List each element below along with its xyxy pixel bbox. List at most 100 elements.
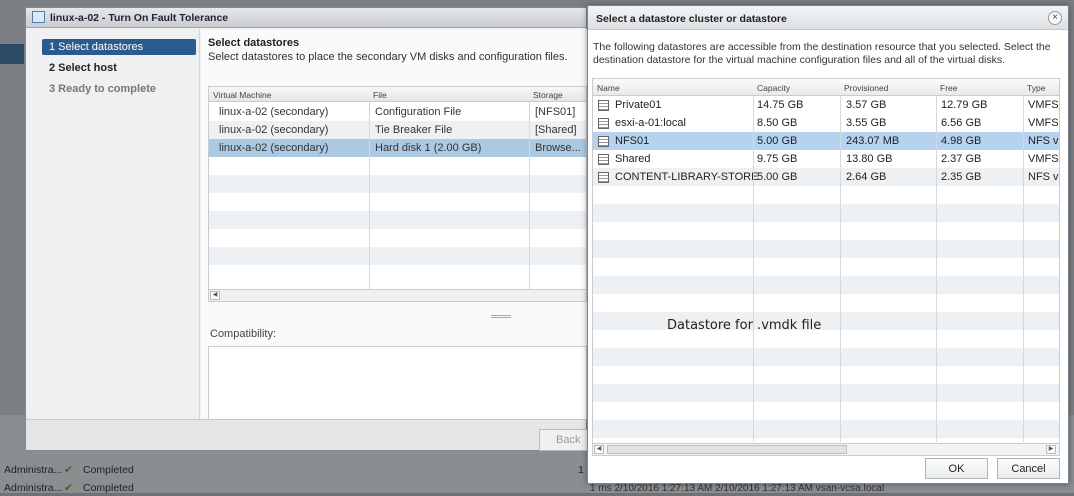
datastore-row[interactable]: Shared 9.75 GB 13.80 GB 2.37 GB VMFS <box>593 150 1059 168</box>
empty-row <box>593 420 1059 438</box>
step-ready-to-complete: 3 Ready to complete <box>49 83 156 95</box>
compatibility-panel <box>208 346 587 420</box>
column-header-virtual-machine[interactable]: Virtual Machine <box>213 90 271 100</box>
annotation-text: Datastore for .vmdk file <box>667 318 822 333</box>
empty-row <box>209 175 586 193</box>
wizard-footer: Back <box>26 419 599 451</box>
free-cell: 6.56 GB <box>941 117 982 129</box>
wizard-title: linux-a-02 - Turn On Fault Tolerance <box>50 12 229 24</box>
file-cell: Tie Breaker File <box>375 124 453 136</box>
vm-icon <box>32 11 45 23</box>
vm-cell: linux-a-02 (secondary) <box>219 106 329 118</box>
column-divider <box>936 96 937 442</box>
task-user: Administra... <box>4 482 63 494</box>
empty-row <box>209 247 586 265</box>
provisioned-cell: 2.64 GB <box>846 171 887 183</box>
table-row[interactable]: linux-a-02 (secondary) Configuration Fil… <box>209 103 586 121</box>
check-icon: ✔ <box>64 482 73 494</box>
empty-row <box>593 276 1059 294</box>
scroll-left-icon[interactable]: ◀ <box>594 445 604 454</box>
free-cell: 2.35 GB <box>941 171 982 183</box>
capacity-cell: 9.75 GB <box>757 153 798 165</box>
file-cell: Hard disk 1 (2.00 GB) <box>375 142 482 154</box>
column-header-name[interactable]: Name <box>597 83 620 93</box>
datastore-name: esxi-a-01:local <box>615 117 686 129</box>
wizard-content: Select datastores Select datastores to p… <box>201 29 587 420</box>
fault-tolerance-wizard: linux-a-02 - Turn On Fault Tolerance 1 S… <box>25 7 599 451</box>
column-divider <box>753 96 754 442</box>
column-divider <box>840 96 841 442</box>
task-row: Administra... ✔ Completed 1 <box>0 464 600 478</box>
datastore-icon <box>598 118 609 129</box>
free-cell: 12.79 GB <box>941 99 988 111</box>
provisioned-cell: 3.57 GB <box>846 99 887 111</box>
empty-row <box>593 348 1059 366</box>
free-cell: 4.98 GB <box>941 135 982 147</box>
type-cell: NFS v3 <box>1028 135 1059 147</box>
capacity-cell: 8.50 GB <box>757 117 798 129</box>
empty-row <box>593 384 1059 402</box>
type-cell: NFS v3 <box>1028 171 1059 183</box>
compatibility-label: Compatibility: <box>210 328 277 340</box>
column-header-provisioned[interactable]: Provisioned <box>844 83 888 93</box>
empty-row <box>593 204 1059 222</box>
cancel-button[interactable]: Cancel <box>997 458 1060 479</box>
column-divider <box>1023 96 1024 442</box>
wizard-steps: 1 Select datastores 2 Select host 3 Read… <box>26 29 200 420</box>
page-title: Select datastores <box>208 37 300 49</box>
dialog-titlebar: Select a datastore cluster or datastore … <box>588 6 1068 30</box>
vm-files-table: Virtual Machine File Storage linux-a-02 … <box>208 86 587 302</box>
column-header-type[interactable]: Type <box>1027 83 1045 93</box>
dialog-title: Select a datastore cluster or datastore <box>596 13 787 25</box>
empty-row <box>209 211 586 229</box>
datastore-row[interactable]: esxi-a-01:local 8.50 GB 3.55 GB 6.56 GB … <box>593 114 1059 132</box>
column-header-file[interactable]: File <box>373 90 387 100</box>
task-status: Completed <box>83 482 134 494</box>
column-header-capacity[interactable]: Capacity <box>757 83 790 93</box>
datastore-name: Private01 <box>615 99 662 111</box>
capacity-cell: 5.00 GB <box>757 171 798 183</box>
storage-cell: [Shared] <box>535 124 577 136</box>
column-divider <box>529 102 530 290</box>
capacity-cell: 14.75 GB <box>757 99 804 111</box>
datastore-icon <box>598 154 609 165</box>
datastore-name: NFS01 <box>615 135 650 147</box>
close-icon[interactable]: × <box>1048 11 1062 25</box>
horizontal-scrollbar[interactable]: ◀ <box>209 289 586 301</box>
datastore-icon <box>598 100 609 111</box>
provisioned-cell: 243.07 MB <box>846 135 900 147</box>
task-user: Administra... <box>4 464 63 476</box>
datastore-name: CONTENT-LIBRARY-STORE <box>615 171 759 183</box>
file-cell: Configuration File <box>375 106 462 118</box>
column-divider <box>369 102 370 290</box>
step-select-datastores[interactable]: 1 Select datastores <box>42 39 196 55</box>
column-header-free[interactable]: Free <box>940 83 957 93</box>
datastore-row-selected[interactable]: NFS01 5.00 GB 243.07 MB 4.98 GB NFS v3 <box>593 132 1059 150</box>
select-datastore-dialog: Select a datastore cluster or datastore … <box>587 5 1069 484</box>
type-cell: VMFS <box>1028 117 1059 129</box>
table-row-selected[interactable]: linux-a-02 (secondary) Hard disk 1 (2.00… <box>209 139 586 157</box>
scroll-left-icon[interactable]: ◀ <box>210 291 220 300</box>
task-count: 1 <box>578 464 584 476</box>
provisioned-cell: 13.80 GB <box>846 153 893 165</box>
scroll-right-icon[interactable]: ▶ <box>1046 445 1056 454</box>
storage-browse-link[interactable]: Browse... <box>535 142 581 154</box>
dialog-description: The following datastores are accessible … <box>593 41 1051 66</box>
column-header-storage[interactable]: Storage <box>533 90 563 100</box>
storage-cell: [NFS01] <box>535 106 576 118</box>
splitter-handle[interactable] <box>491 315 511 318</box>
table-header: Virtual Machine File Storage <box>209 87 586 102</box>
horizontal-scrollbar[interactable]: ◀ ▶ <box>593 443 1059 455</box>
table-row[interactable]: linux-a-02 (secondary) Tie Breaker File … <box>209 121 586 139</box>
task-details-text: 1 ms 2/10/2016 1:27:13 AM 2/10/2016 1:27… <box>590 483 885 494</box>
datastore-name: Shared <box>615 153 651 165</box>
task-status: Completed <box>83 464 134 476</box>
provisioned-cell: 3.55 GB <box>846 117 887 129</box>
table-header: Name Capacity Provisioned Free Type <box>593 79 1059 96</box>
datastore-row[interactable]: Private01 14.75 GB 3.57 GB 12.79 GB VMFS <box>593 96 1059 114</box>
empty-row <box>593 312 1059 330</box>
scrollbar-thumb[interactable] <box>607 445 847 454</box>
step-select-host[interactable]: 2 Select host <box>42 60 196 76</box>
datastore-row[interactable]: CONTENT-LIBRARY-STORE 5.00 GB 2.64 GB 2.… <box>593 168 1059 186</box>
ok-button[interactable]: OK <box>925 458 988 479</box>
